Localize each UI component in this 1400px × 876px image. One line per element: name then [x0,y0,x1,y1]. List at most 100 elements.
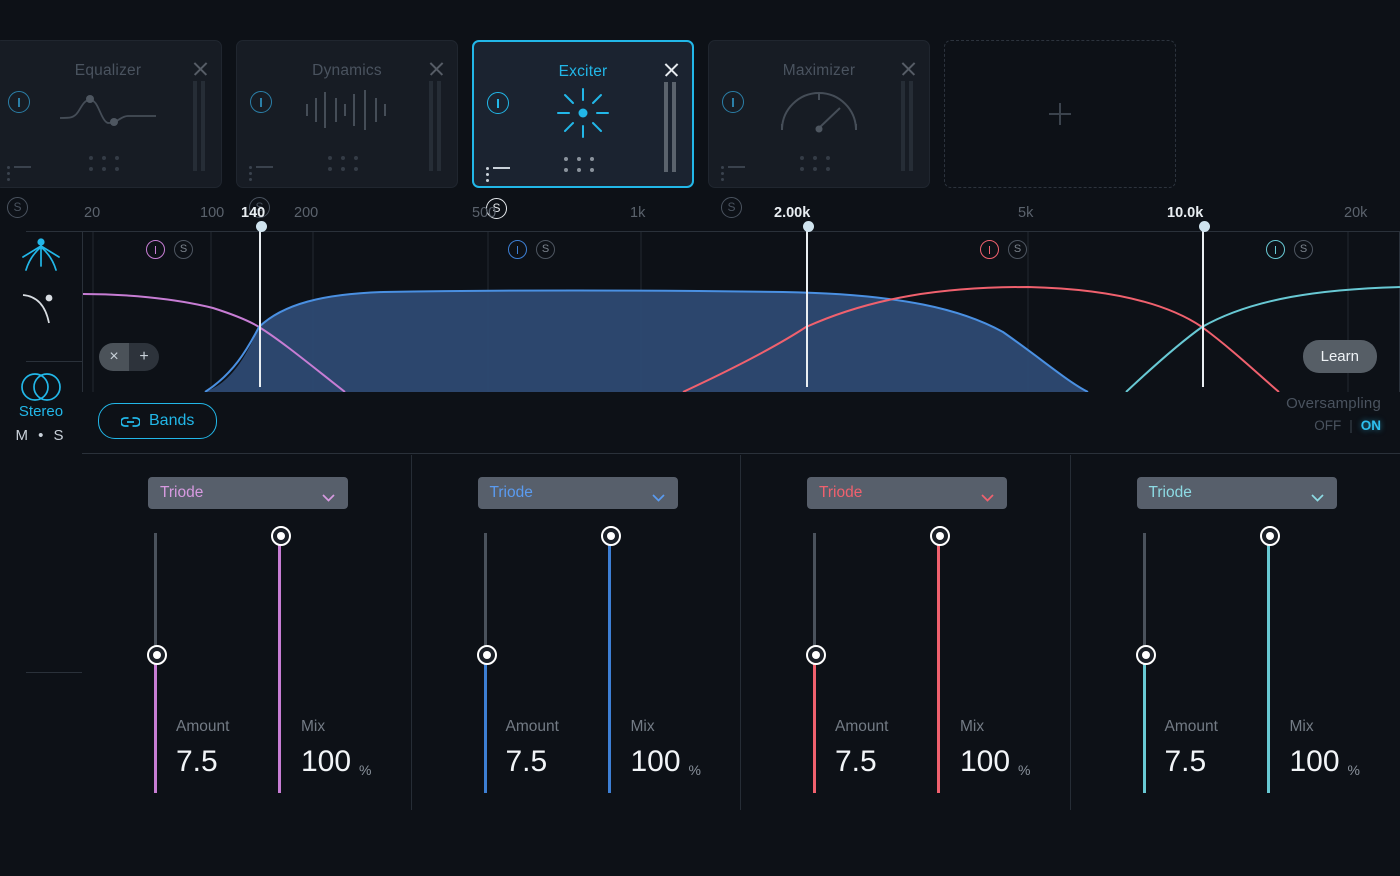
mix-slider-knob-2[interactable] [600,526,621,546]
amount-slider-fill-3 [813,655,816,793]
bands-bar: Bands Oversampling OFF | ON [82,392,1400,454]
freq-tick-100: 100 [200,205,225,221]
plugin-window: Equalizer S Dynamics S Exciter S Maximiz… [0,0,1400,876]
close-icon[interactable] [427,60,445,78]
close-icon[interactable] [662,61,680,79]
module-card-maximizer[interactable]: Maximizer S [708,40,930,218]
amount-value-2: 7.5 [505,745,548,778]
module-level-meter [664,82,678,172]
module-card-dynamics[interactable]: Dynamics S [236,40,458,218]
band-type-select-4[interactable]: Triode [1136,477,1337,509]
module-title: Maximizer [782,62,856,79]
delete-band-button[interactable]: × [99,343,129,371]
add-module-slot[interactable] [944,40,1176,188]
close-icon[interactable] [191,60,209,78]
band-panel-4: Triode Amount 7.5 Mix 100 % [1071,455,1400,810]
sidebar-exciter-view-icon[interactable] [17,236,65,289]
amount-slider-fill-1 [154,655,157,793]
band-solo-button-3[interactable]: S [1008,240,1027,259]
drag-handle-dots[interactable] [89,156,127,178]
side-label[interactable]: S [54,427,67,444]
band-panel-3: Triode Amount 7.5 Mix 100 % [741,455,1071,810]
solo-button[interactable]: S [7,197,28,218]
oversampling-title: Oversampling [1286,395,1381,412]
bands-link-button[interactable]: Bands [98,403,218,439]
mix-slider-knob-1[interactable] [271,526,291,546]
crossover-dot-10k[interactable] [1198,221,1210,232]
band-controls-2: S [508,240,555,259]
crossover-handle-2k[interactable] [806,227,808,387]
add-band-button[interactable]: + [129,343,159,371]
module-card-exciter[interactable]: Exciter S [472,40,694,219]
drag-handle-dots[interactable] [564,157,602,179]
module-card-equalizer[interactable]: Equalizer S [0,40,222,218]
mix-value-3: 100 [960,745,1011,778]
mix-label-4: Mix [1289,718,1314,735]
band-controls-1: S [146,240,193,259]
crossover-graph[interactable]: S S S S [82,221,1400,392]
freq-tick-20: 20 [84,205,101,221]
band-power-icon-3[interactable] [980,240,999,259]
mid-label[interactable]: M [15,427,31,444]
band-solo-button-4[interactable]: S [1294,240,1313,259]
left-sidebar: Stereo M • S [0,231,82,811]
amount-slider-knob-4[interactable] [1135,645,1156,665]
module-level-meter [193,81,207,171]
dynamics-bars-icon [302,86,392,139]
list-icon[interactable] [249,166,275,184]
oversampling-on-option[interactable]: ON [1361,418,1381,433]
band-power-icon-4[interactable] [1266,240,1285,259]
band-controls-4: S [1266,240,1313,259]
band-type-select-1[interactable]: Triode [148,477,348,509]
drag-handle-dots[interactable] [800,156,838,178]
band-type-select-3[interactable]: Triode [807,477,1007,509]
close-icon[interactable] [899,60,917,78]
band-type-value-3: Triode [819,484,863,501]
chevron-down-icon [322,489,335,502]
stereo-mode-label[interactable]: Stereo [0,403,82,420]
power-icon[interactable] [722,91,744,113]
amount-slider-knob-2[interactable] [476,645,497,665]
learn-button[interactable]: Learn [1302,340,1377,373]
drag-handle-dots[interactable] [328,156,366,178]
crossover-handle-140[interactable] [259,227,261,387]
freq-tick-5k: 5k [1018,205,1034,221]
power-icon[interactable] [8,91,30,113]
band-type-select-2[interactable]: Triode [477,477,678,509]
crossover-handle-10k[interactable] [1202,227,1204,387]
sidebar-curve-view-icon[interactable] [17,289,65,336]
freq-tick-200: 200 [294,205,319,221]
band-power-icon-1[interactable] [146,240,165,259]
mix-slider-knob-4[interactable] [1259,526,1280,546]
oversampling-separator: | [1349,418,1353,433]
band-solo-button-2[interactable]: S [536,240,555,259]
mix-value-4: 100 [1289,745,1340,778]
list-icon[interactable] [721,166,747,184]
freq-tick-140: 140 [241,205,266,221]
band-solo-button-1[interactable]: S [174,240,193,259]
amount-label-2: Amount [505,718,559,735]
mid-side-toggle[interactable]: M • S [0,427,82,444]
plus-icon [1049,103,1071,125]
power-icon[interactable] [250,91,272,113]
exciter-star-icon [555,87,611,144]
list-icon[interactable] [7,166,33,184]
power-icon[interactable] [487,92,509,114]
amount-slider-knob-3[interactable] [806,645,826,665]
mix-label-3: Mix [960,718,985,735]
amount-slider-knob-1[interactable] [147,645,167,665]
mix-slider-fill-4 [1266,537,1270,793]
crossover-dot-140[interactable] [255,221,267,232]
amount-value-1: 7.5 [176,745,218,778]
band-power-icon-2[interactable] [508,240,527,259]
list-icon[interactable] [486,167,512,185]
module-level-meter [429,81,443,171]
mix-slider-knob-3[interactable] [930,526,950,546]
band-panels: Triode Amount 7.5 Mix 100 % Triode Amoun… [82,455,1400,810]
chevron-down-icon [981,489,994,502]
oversampling-off-option[interactable]: OFF [1314,418,1341,433]
bands-link-label: Bands [149,412,195,429]
band-panel-1: Triode Amount 7.5 Mix 100 % [82,455,412,810]
crossover-dot-2k[interactable] [802,221,814,232]
amount-label-3: Amount [835,718,889,735]
